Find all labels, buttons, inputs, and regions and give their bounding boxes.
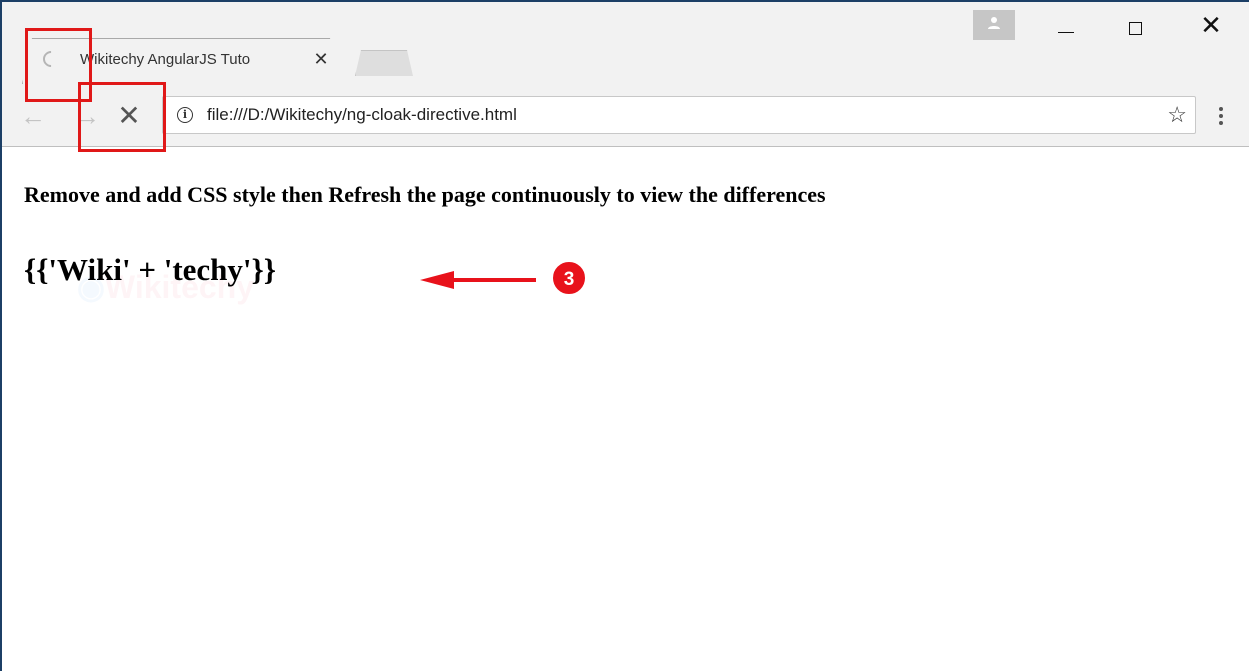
menu-dot: [1219, 121, 1223, 125]
maximize-button[interactable]: [1112, 10, 1158, 40]
stop-button-highlight-box: [78, 82, 166, 152]
minimize-icon: [1058, 32, 1074, 33]
tab-title: Wikitechy AngularJS Tuto: [80, 51, 251, 68]
address-bar[interactable]: i file:///D:/Wikitechy/ng-cloak-directiv…: [162, 96, 1196, 134]
url-text[interactable]: file:///D:/Wikitechy/ng-cloak-directive.…: [207, 105, 517, 125]
tab-close-icon[interactable]: ✕: [311, 49, 331, 69]
annotation-arrow: 3: [420, 260, 587, 296]
step-badge-number: 3: [564, 269, 575, 290]
menu-dot: [1219, 114, 1223, 118]
arrow-head: [420, 271, 454, 289]
new-tab-button[interactable]: [355, 50, 413, 76]
star-icon[interactable]: ☆: [1167, 102, 1187, 128]
menu-icon[interactable]: [1209, 99, 1233, 133]
menu-dot: [1219, 107, 1223, 111]
page-heading: Remove and add CSS style then Refresh th…: [24, 182, 826, 207]
profile-icon: [988, 17, 1000, 29]
profile-button[interactable]: [973, 10, 1015, 40]
angular-expression: {{'Wiki' + 'techy'}}: [24, 252, 276, 287]
maximize-icon: [1129, 22, 1142, 35]
back-button[interactable]: ←: [16, 99, 50, 133]
info-icon[interactable]: i: [177, 107, 193, 123]
window-close-button[interactable]: ✕: [1188, 10, 1234, 40]
minimize-button[interactable]: [1042, 10, 1088, 40]
